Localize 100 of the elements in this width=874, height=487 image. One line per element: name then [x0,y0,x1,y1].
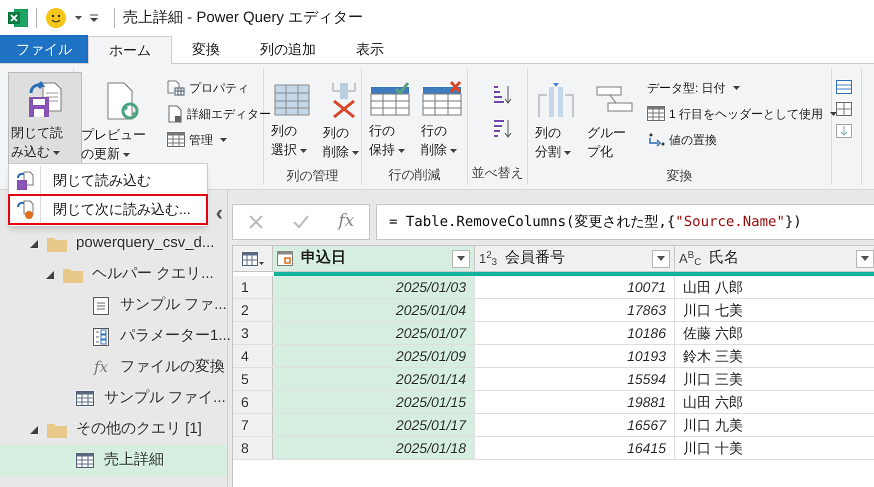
formula-field[interactable]: = Table.RemoveColumns(変更された型,{"Source.Name"}) [376,204,874,240]
table-cell: 16567 [475,414,675,436]
save-load-icon [16,170,34,190]
folder-icon [47,422,67,438]
save-load-icon [27,81,63,119]
caret-icon [861,256,869,261]
remove-rows-icon [422,81,462,117]
smiley-icon [45,7,67,29]
sort-ascending-button[interactable] [492,84,512,106]
table-cell: 2025/01/09 [273,345,475,367]
ribbon-tab[interactable]: 変換 [172,35,240,63]
function-icon: fx [94,356,108,379]
column-filter-button[interactable] [856,250,874,268]
row-number: 5 [233,368,273,390]
table-cell: 10186 [475,322,675,344]
ribbon-group-label: 並べ替え [472,164,524,182]
ribbon-button[interactable]: 行の削除 [418,72,466,164]
table-cell: 川口 十美 [675,437,874,459]
dropdown-caret-icon[interactable] [75,16,82,20]
table-cell: 鈴木 三美 [675,345,874,367]
table-cell: 16415 [475,437,675,459]
split-column-icon [537,81,575,119]
customize-toolbar-icon[interactable] [90,14,98,22]
table-cell: 10071 [475,276,675,298]
table-cell: 2025/01/14 [273,368,475,390]
table-cell: 山田 六郎 [675,391,874,413]
column-filter-button[interactable] [652,250,670,268]
table-icon [647,106,665,121]
ribbon-button[interactable]: 閉じて読み込む [8,72,82,166]
ribbon-small-button[interactable]: データ型: 日付 [645,76,828,99]
ribbon-small-button[interactable]: 1 行目をヘッダーとして使用 [645,102,828,125]
ribbon-button[interactable]: 行の保持 [366,72,414,164]
caret-icon [657,256,665,261]
query-item[interactable]: サンプル ファイ... [0,383,227,414]
table-cell: 15594 [475,368,675,390]
table-cell: 19881 [475,391,675,413]
ribbon-tab[interactable]: 表示 [336,35,404,63]
query-item[interactable]: 売上詳細 [0,445,227,476]
document-editor-icon [167,104,183,122]
query-item[interactable]: パラメーター1... [0,321,227,352]
ribbon-button[interactable]: グループ化 [584,72,645,166]
table-cell: 2025/01/07 [273,322,475,344]
table-cell: 2025/01/15 [273,391,475,413]
expanded-triangle-icon[interactable] [46,270,54,278]
check-icon[interactable] [293,215,310,229]
expanded-triangle-icon[interactable] [30,426,38,434]
ribbon-button[interactable]: 列の分割 [532,72,580,166]
keep-rows-icon [370,81,410,117]
table-cell: 川口 三美 [675,368,874,390]
column-title: 申込日 [301,248,347,268]
caret-icon [457,256,465,261]
table-icon [836,80,852,94]
parameter-icon [93,328,109,346]
row-number: 1 [233,276,273,298]
function-button[interactable]: fx [338,209,354,235]
table-icon [76,391,94,406]
table-icon [76,453,94,468]
replace-values-icon [647,132,665,148]
table-cell: 2025/01/18 [273,437,475,459]
table-icon [836,102,852,116]
table-cell: 川口 七美 [675,299,874,321]
row-number: 8 [233,437,273,459]
folder-icon [63,266,83,282]
spreadsheet-app-icon [8,9,28,27]
column-title: 氏名 [709,248,740,268]
table-cell: 17863 [475,299,675,321]
query-item[interactable]: fx ファイルの変換 [0,352,227,383]
row-number: 3 [233,322,273,344]
properties-icon [167,80,185,96]
table-cell: 2025/01/04 [273,299,475,321]
list-icon [93,296,109,314]
menu-item[interactable]: 閉じて読み込む [9,166,207,195]
query-item[interactable]: powerquery_csv_d... [0,228,227,259]
query-item[interactable]: サンプル ファ... [0,290,227,321]
table-icon [167,132,185,147]
column-filter-button[interactable] [452,250,470,268]
ribbon-tab[interactable]: ファイル [0,35,88,63]
ribbon-group-label: 列の管理 [286,167,338,185]
ribbon-tab[interactable]: ホーム [88,36,172,64]
sort-descending-button[interactable] [492,118,512,140]
ribbon-tab[interactable]: 列の追加 [240,35,336,63]
expanded-triangle-icon[interactable] [30,240,38,248]
column-header[interactable]: 申込日 [273,246,475,271]
table-cell: 2025/01/03 [273,276,475,298]
row-number: 4 [233,345,273,367]
row-number: 2 [233,299,273,321]
load-settings-icon [16,200,34,220]
table-menu-icon [242,252,264,266]
ribbon-button[interactable]: 列の削除 [320,72,368,166]
collapse-pane-icon[interactable]: ‹ [216,202,223,224]
ribbon-group-label: 行の削減 [388,166,440,184]
window-title: 売上詳細 - Power Query エディター [123,8,364,28]
menu-item[interactable]: 閉じて次に読み込む... [9,195,207,224]
ribbon-small-button[interactable]: 値の置換 [645,128,828,151]
query-item[interactable]: その他のクエリ [1] [0,414,227,445]
table-cell: 川口 九美 [675,414,874,436]
table-cell: 佐藤 六郎 [675,322,874,344]
table-cell: 山田 八郎 [675,276,874,298]
query-item[interactable]: ヘルパー クエリ... [0,259,227,290]
row-number: 7 [233,414,273,436]
